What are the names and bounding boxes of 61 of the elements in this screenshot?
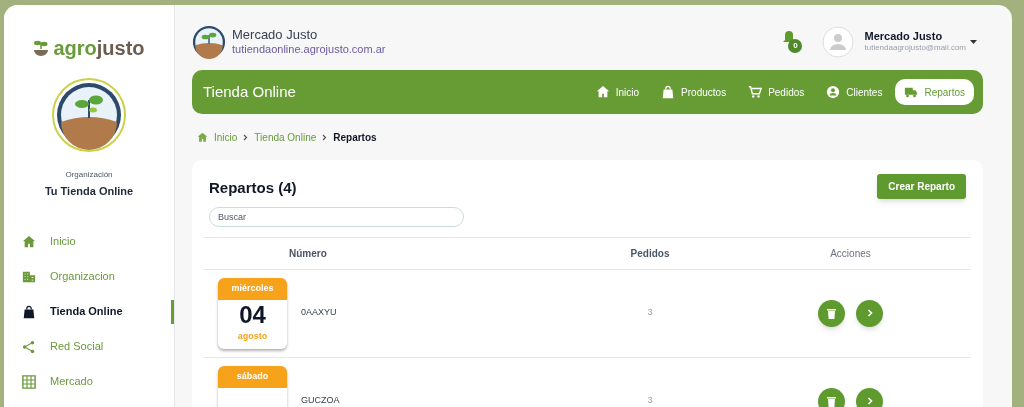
reparto-number: 0AAXYU [301,306,337,320]
caret-icon[interactable] [970,39,977,44]
search-field[interactable]: Buscar [209,206,464,227]
card-title: Repartos (4) [209,178,298,198]
user-email: tutiendaagrojusto@mail.com [864,43,966,54]
store-avatar-drawing [192,24,226,59]
chevron-right-icon [866,309,873,317]
organization-label: Organización [65,169,113,181]
building-icon [22,269,36,284]
breadcrumb-link[interactable]: Inicio [214,129,238,145]
calendar-day: 04 [239,299,266,330]
orders-count: 3 [646,394,654,407]
calendar-weekday: sábado [218,365,287,388]
truck-icon [904,85,919,99]
shopping-bag-icon [22,304,36,319]
user-circle-icon [826,85,841,99]
notification-bell-button[interactable]: 0 [782,29,805,54]
sidebar-item[interactable]: Tienda Online [4,299,174,324]
home-icon [197,131,208,143]
trash-icon [827,395,836,407]
trash-icon [827,307,836,319]
store-url: tutiendaonline.agrojusto.com.ar [232,42,386,57]
sidebar-item[interactable]: Mercado [4,369,174,394]
open-button[interactable] [856,387,883,407]
column-header: Acciones [829,246,872,261]
active-indicator [171,299,174,324]
chevron-right-icon [866,397,873,405]
column-header: Pedidos [629,246,671,261]
open-button[interactable] [856,299,883,327]
sidebar-item[interactable]: Red Social [4,334,174,359]
home-icon [595,85,610,99]
nav-tab[interactable]: Productos [652,79,736,105]
delete-button[interactable] [818,387,845,407]
calendar-weekday: miércoles [218,277,287,300]
sidebar-item[interactable]: Organizacion [4,264,174,289]
breadcrumb-link[interactable]: Tienda Online [254,129,317,145]
logo-text: agrojusto [53,38,145,58]
chevron-icon [243,133,249,141]
store-name: Mercado Justo [232,26,319,43]
shopping-bag-icon [661,85,676,99]
user-name: Mercado Justo [864,29,944,44]
nav-bar-title: Tienda Online [203,81,296,102]
home-icon [22,234,36,249]
share-icon [22,339,36,354]
nav-tab[interactable]: Repartos [895,79,974,105]
chevron-icon [322,133,328,141]
reparto-number: GUCZOA [301,394,340,407]
create-reparto-button[interactable]: Crear Reparto [877,174,966,199]
cart-icon [748,85,763,99]
notification-count: 0 [788,38,803,53]
nav-tab[interactable]: Pedidos [739,79,814,105]
delete-button[interactable] [818,299,845,327]
grid-icon [22,374,36,389]
orders-count: 3 [646,306,654,320]
nav-tab[interactable]: Clientes [817,79,892,105]
calendar-month: agosto [237,329,268,343]
column-header: Número [288,246,328,261]
sidebar-item[interactable]: Inicio [4,229,174,254]
nav-tab[interactable]: Inicio [586,79,649,105]
sprout-logo-icon [33,39,50,57]
organization-name: Tu Tienda Online [44,184,134,199]
